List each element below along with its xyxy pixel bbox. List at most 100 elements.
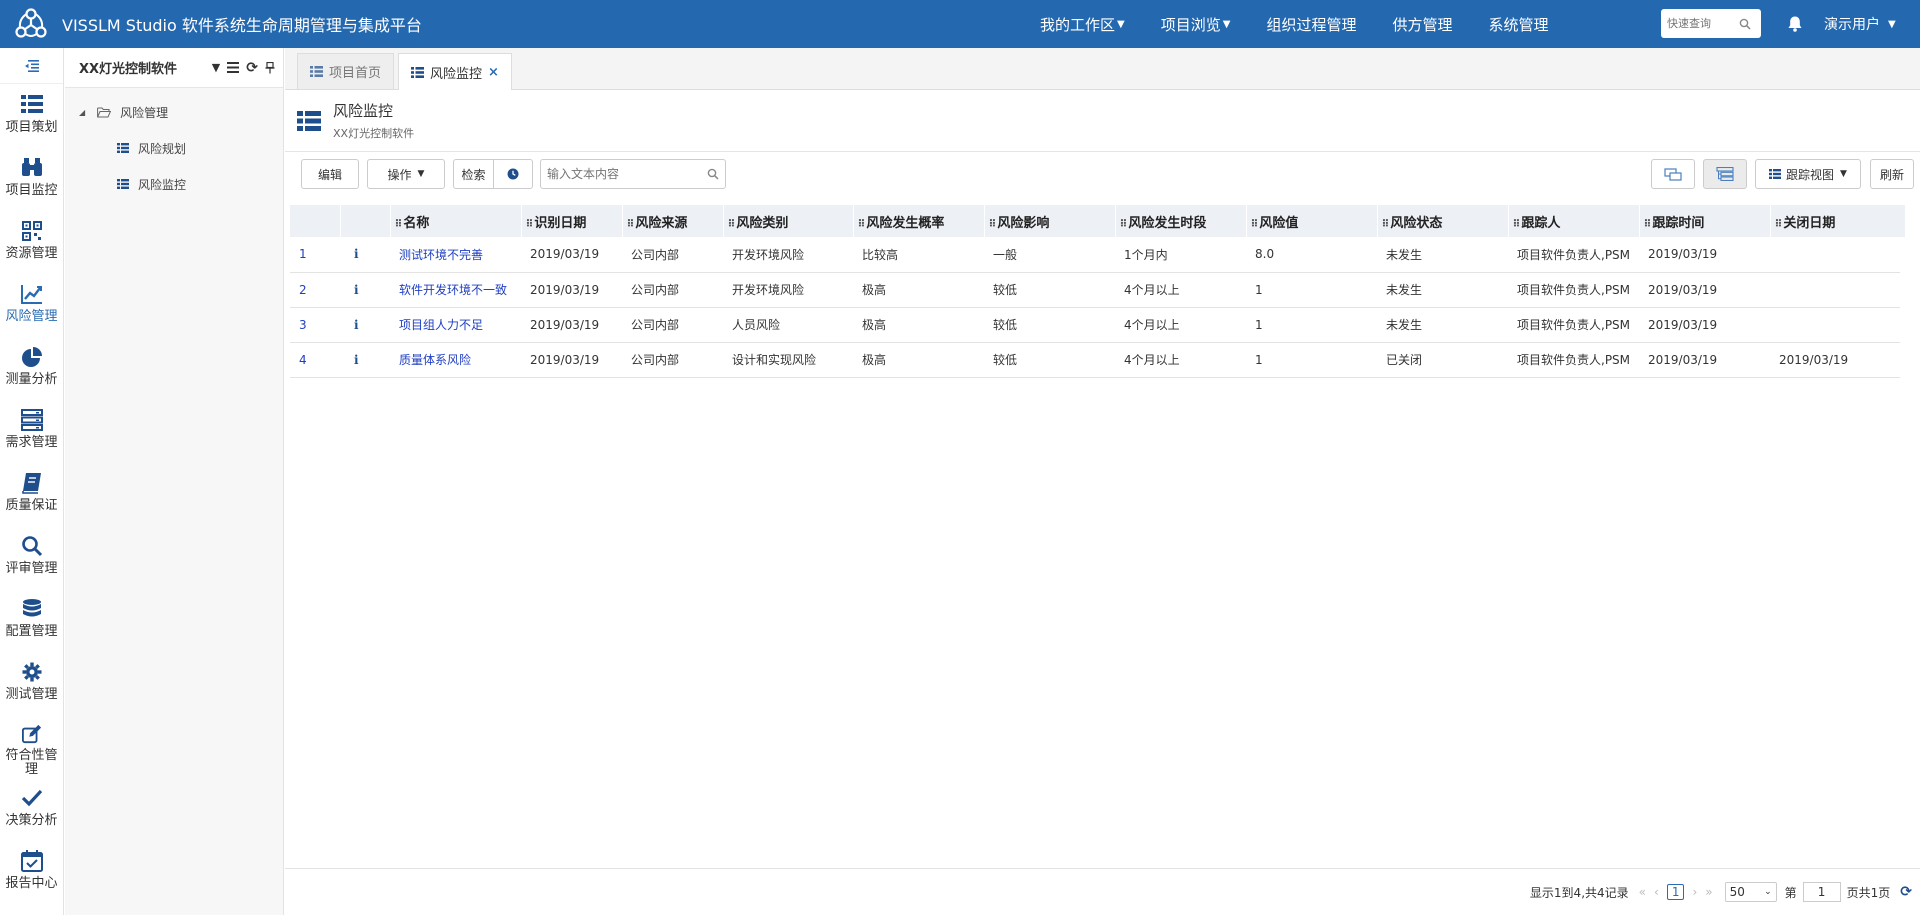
drag-grip-icon[interactable]: ⠿ [395,219,403,230]
bell-icon[interactable] [1787,15,1803,33]
column-header[interactable]: ⠿ 风险状态 [1377,205,1509,237]
clone-view-button[interactable] [1651,159,1695,189]
text-search-input[interactable] [547,167,707,181]
drag-grip-icon[interactable]: ⠿ [627,219,635,230]
sidebar-item[interactable]: 配置管理 [0,588,63,651]
search-filter-button[interactable]: 检索 [453,159,494,189]
table-cell: 比较高 [853,237,984,273]
last-page-icon[interactable]: » [1705,885,1712,899]
column-header[interactable]: ⠿ 风险类别 [723,205,854,237]
tree-node-item[interactable]: 风险规划 [65,130,283,166]
sidebar-item[interactable]: 报告中心 [0,840,63,903]
text-search-box[interactable] [540,159,726,189]
sidebar-item[interactable]: 资源管理 [0,210,63,273]
sidebar-item[interactable]: 风险管理 [0,273,63,336]
info-icon[interactable]: i [340,307,390,343]
risk-name-link[interactable]: 软件开发环境不一致 [390,272,521,308]
table-row[interactable]: 2 i 软件开发环境不一致 2019/03/19 公司内部 开发环境风险 极高 较低 4个月以上… [290,272,1900,308]
table-row[interactable]: 3 i 项目组人力不足 2019/03/19 公司内部 人员风险 极高 较低 4个月以上 1 未发生… [290,307,1900,343]
refresh-icon[interactable]: ⟳ [246,60,258,76]
drag-grip-icon[interactable]: ⠿ [858,219,866,230]
drag-grip-icon[interactable]: ⠿ [1120,219,1128,230]
track-view-dropdown[interactable]: 跟踪视图 ▼ [1755,159,1861,189]
drag-grip-icon[interactable]: ⠿ [1382,219,1390,230]
search-icon[interactable] [707,168,719,180]
drag-grip-icon[interactable]: ⠿ [526,219,534,230]
sidebar-collapse-button[interactable] [0,48,63,84]
column-header[interactable]: ⠿ 风险来源 [622,205,724,237]
sidebar-item[interactable]: 符合性管理 [0,714,63,777]
info-icon[interactable]: i [340,237,390,273]
tree-node-item[interactable]: 风险监控 [65,166,283,202]
column-header[interactable]: ⠿ 风险发生时段 [1115,205,1247,237]
user-menu[interactable]: 演示用户 ▼ [1824,0,1896,48]
table-row[interactable]: 4 i 质量体系风险 2019/03/19 公司内部 设计和实现风险 极高 较低 4个月以上 1 已… [290,342,1900,378]
edit-button[interactable]: 编辑 [301,159,359,189]
history-button[interactable] [493,159,533,189]
row-number[interactable]: 2 [290,272,340,308]
row-number[interactable]: 3 [290,307,340,343]
app-logo-icon[interactable] [0,0,62,48]
info-icon[interactable]: i [340,272,390,308]
column-header[interactable]: ⠿ 风险影响 [984,205,1116,237]
drag-grip-icon[interactable]: ⠿ [728,219,736,230]
row-number[interactable]: 1 [290,237,340,273]
sidebar-item[interactable]: 测量分析 [0,336,63,399]
column-header[interactable]: ⠿ 风险发生概率 [853,205,985,237]
info-icon[interactable]: i [340,342,390,378]
top-nav-item[interactable]: 我的工作区 ▼ [1040,14,1125,35]
top-nav-item[interactable]: 供方管理 [1392,14,1452,35]
refresh-icon[interactable]: ⟳ [1900,884,1912,900]
caret-down-icon[interactable]: ▼ [212,61,220,74]
pin-icon[interactable] [265,61,275,74]
page-number-input[interactable]: 1 [1802,882,1841,902]
drag-grip-icon[interactable]: ⠿ [1775,219,1783,230]
risk-name-link[interactable]: 质量体系风险 [390,342,521,378]
page-size-select[interactable]: 50 ⌄ [1724,882,1777,902]
column-header[interactable]: ⠿ 跟踪时间 [1639,205,1771,237]
sidebar-item[interactable]: 项目策划 [0,84,63,147]
row-number[interactable]: 4 [290,342,340,378]
search-icon[interactable] [1739,18,1751,30]
column-header[interactable]: ⠿ 识别日期 [521,205,623,237]
top-nav-item[interactable]: 系统管理 [1488,14,1548,35]
column-header-label: 风险状态 [1390,215,1443,231]
table-row[interactable]: 1 i 测试环境不完善 2019/03/19 公司内部 开发环境风险 比较高 一般 1个月内 8.… [290,237,1900,273]
outdent-icon [24,59,39,72]
column-header[interactable]: ⠿ 跟踪人 [1508,205,1640,237]
triangle-expanded-icon[interactable]: ◢ [79,108,85,117]
top-nav-item[interactable]: 项目浏览 ▼ [1161,14,1231,35]
sidebar-item[interactable]: 质量保证 [0,462,63,525]
drag-grip-icon[interactable]: ⠿ [1644,219,1652,230]
quick-search-box[interactable] [1661,9,1761,38]
book-icon [21,473,41,494]
drag-grip-icon[interactable]: ⠿ [1251,219,1259,230]
current-page-button[interactable]: 1 [1666,884,1685,900]
prev-page-icon[interactable]: ‹ [1654,885,1659,899]
sidebar-item[interactable]: 决策分析 [0,777,63,840]
tab-item[interactable]: 项目首页 [297,53,395,89]
risk-name-link[interactable]: 项目组人力不足 [390,307,521,343]
column-header[interactable]: ⠿ 名称 [390,205,522,237]
sidebar-item[interactable]: 测试管理 [0,651,63,714]
tree-view-button[interactable] [1703,159,1747,189]
quick-search-input[interactable] [1667,17,1739,30]
sidebar-item-label: 决策分析 [5,813,58,828]
column-header[interactable]: ⠿ 关闭日期 [1770,205,1901,237]
risk-name-link[interactable]: 测试环境不完善 [390,237,521,273]
first-page-icon[interactable]: « [1639,885,1646,899]
close-icon[interactable]: × [488,65,499,80]
list-menu-icon[interactable] [227,62,240,73]
next-page-icon[interactable]: › [1692,885,1697,899]
sidebar-item[interactable]: 需求管理 [0,399,63,462]
action-dropdown-button[interactable]: 操作 ▼ [367,159,445,189]
tab-item[interactable]: 风险监控 × [398,53,512,90]
sidebar-item[interactable]: 项目监控 [0,147,63,210]
sidebar-item[interactable]: 评审管理 [0,525,63,588]
top-nav-item[interactable]: 组织过程管理 [1266,14,1356,35]
tree-node-risk-management[interactable]: ◢ 风险管理 [65,94,283,130]
drag-grip-icon[interactable]: ⠿ [989,219,997,230]
drag-grip-icon[interactable]: ⠿ [1513,219,1521,230]
refresh-button[interactable]: 刷新 [1870,159,1914,189]
column-header[interactable]: ⠿ 风险值 [1246,205,1378,237]
